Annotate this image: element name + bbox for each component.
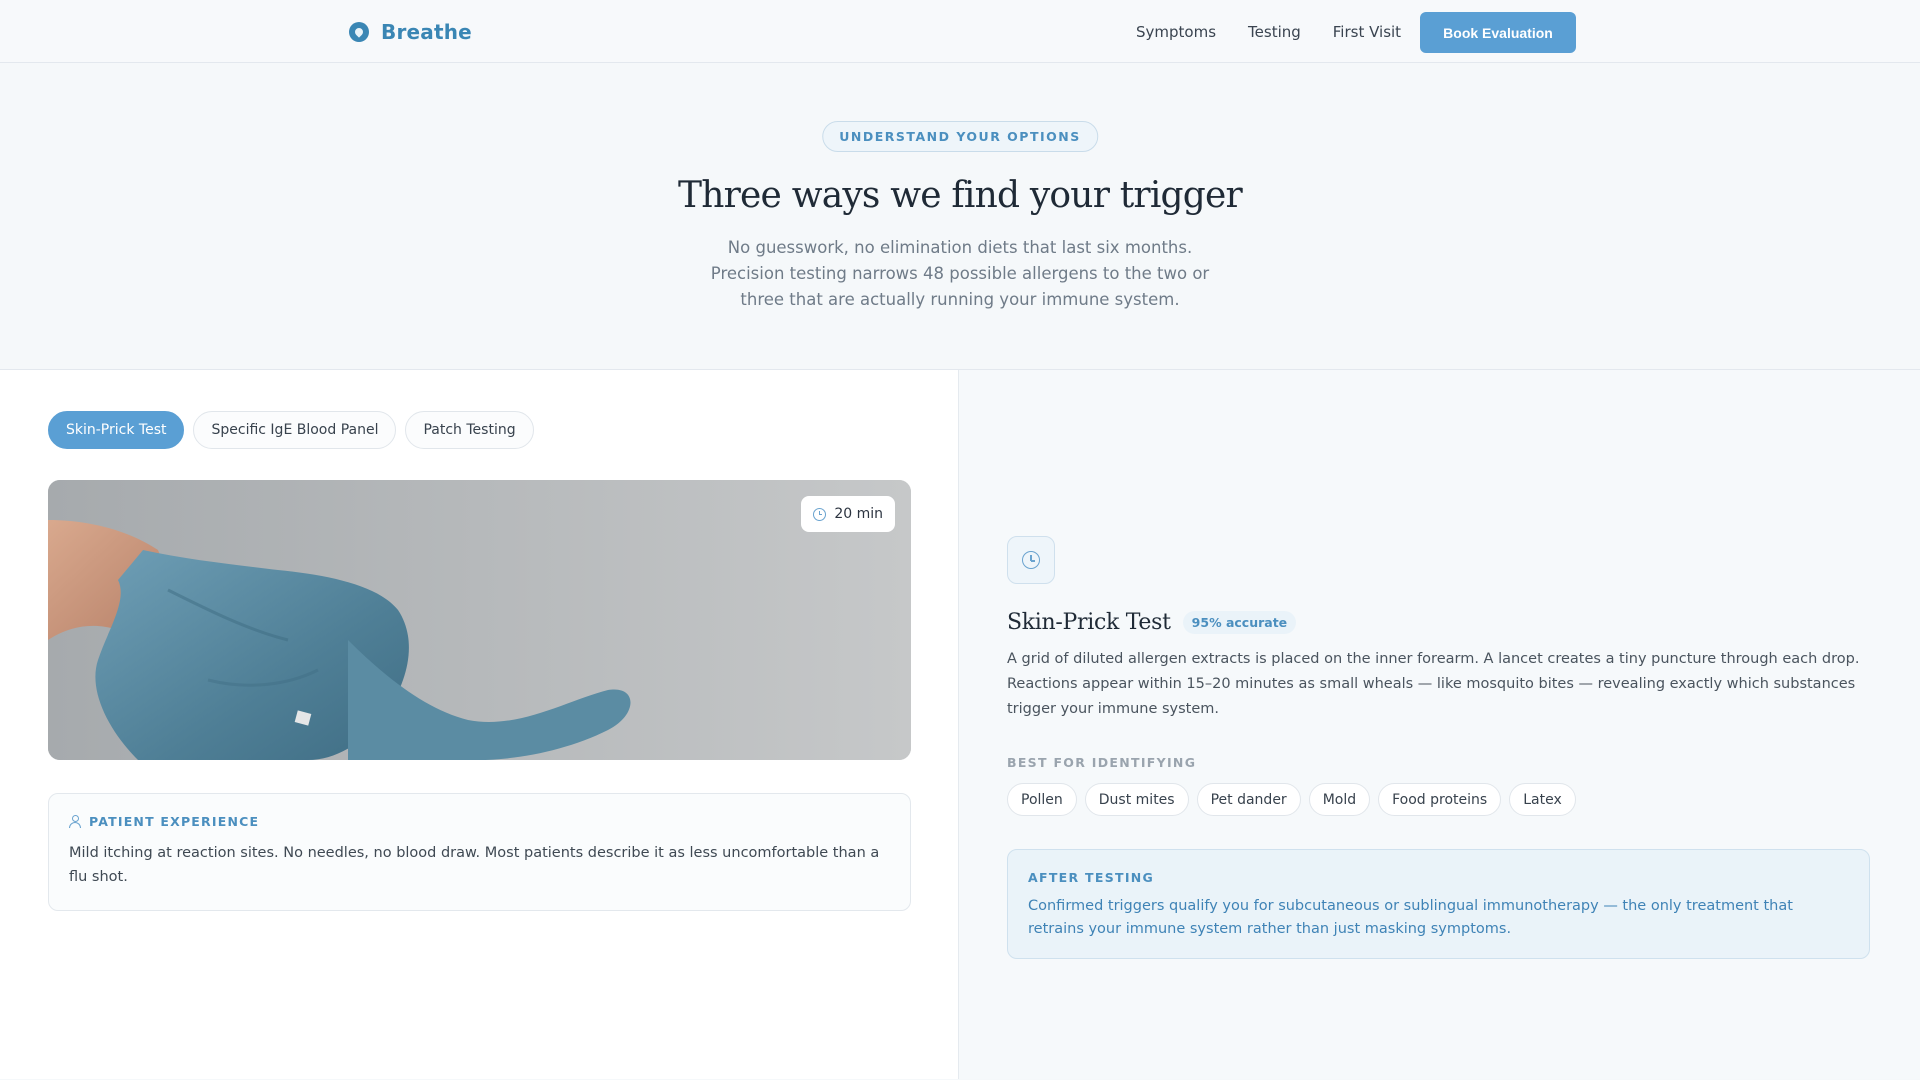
hero-subtitle: No guesswork, no elimination diets that … [710, 238, 1210, 309]
page-title: Three ways we find your trigger [678, 175, 1243, 216]
test-title-row: Skin-Prick Test 95% accurate [1007, 610, 1297, 635]
chip-mold: Mold [1308, 783, 1371, 816]
patient-experience-label: PATIENT EXPERIENCE [89, 814, 260, 829]
nav-links: Symptoms Testing First Visit [1136, 0, 1401, 63]
after-testing-heading: AFTER TESTING [1028, 870, 1155, 885]
tab-skin-prick[interactable]: Skin-Prick Test [48, 411, 185, 449]
accuracy-badge: 95% accurate [1182, 611, 1297, 634]
nav-link-symptoms[interactable]: Symptoms [1136, 23, 1216, 41]
tab-ige-blood-panel[interactable]: Specific IgE Blood Panel [193, 411, 397, 449]
test-description: A grid of diluted allergen extracts is p… [1007, 651, 1860, 717]
tab-patch-testing[interactable]: Patch Testing [405, 411, 534, 449]
test-tabs: Skin-Prick Test Specific IgE Blood Panel… [48, 411, 534, 449]
top-nav: Breathe Symptoms Testing First Visit Boo… [0, 0, 1920, 63]
chip-pollen: Pollen [1007, 783, 1077, 816]
chip-latex: Latex [1509, 783, 1576, 816]
nav-link-first-visit[interactable]: First Visit [1333, 23, 1401, 41]
person-icon [69, 815, 81, 828]
patient-experience-heading: PATIENT EXPERIENCE [69, 814, 890, 829]
book-evaluation-button[interactable]: Book Evaluation [1420, 12, 1576, 53]
duration-text: 20 min [834, 506, 883, 522]
drop-logo-icon [349, 22, 369, 42]
brand[interactable]: Breathe [349, 20, 472, 44]
gloved-hand-illustration [48, 480, 911, 760]
nav-link-testing[interactable]: Testing [1248, 23, 1301, 41]
eyebrow-badge: UNDERSTAND YOUR OPTIONS [822, 121, 1098, 152]
hero-section: UNDERSTAND YOUR OPTIONS Three ways we fi… [0, 63, 1920, 370]
chip-dust-mites: Dust mites [1084, 783, 1189, 816]
left-panel: Skin-Prick Test Specific IgE Blood Panel… [0, 370, 959, 1079]
patient-experience-text: Mild itching at reaction sites. No needl… [69, 845, 880, 885]
clock-icon [1022, 551, 1040, 569]
allergen-chips: Pollen Dust mites Pet dander Mold Food p… [1007, 783, 1576, 816]
testing-section: Skin-Prick Test Specific IgE Blood Panel… [0, 370, 1920, 1079]
test-title: Skin-Prick Test [1007, 610, 1171, 635]
duration-badge: 20 min [801, 496, 895, 532]
after-testing-text: Confirmed triggers qualify you for subcu… [1028, 898, 1793, 937]
chip-food-proteins: Food proteins [1378, 783, 1502, 816]
best-for-label: BEST FOR IDENTIFYING [1007, 755, 1197, 770]
clock-icon [813, 507, 827, 521]
detail-panel: Skin-Prick Test 95% accurate A grid of d… [959, 370, 1920, 1079]
test-icon-box [1007, 536, 1055, 584]
chip-pet-dander: Pet dander [1196, 783, 1301, 816]
gloved-hand-photo: 20 min [48, 480, 911, 760]
brand-name: Breathe [381, 20, 472, 44]
after-testing-card: AFTER TESTING Confirmed triggers qualify… [1007, 849, 1870, 959]
patient-experience-card: PATIENT EXPERIENCE Mild itching at react… [48, 793, 911, 911]
